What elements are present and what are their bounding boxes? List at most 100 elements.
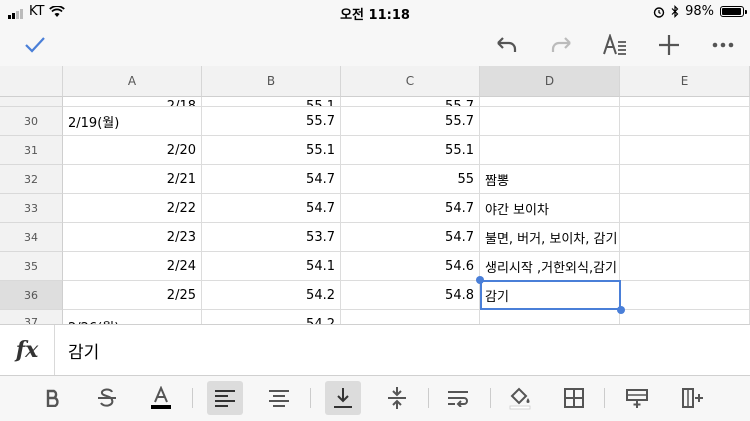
valign-middle-button[interactable] [379, 381, 415, 415]
wrap-text-button[interactable] [441, 381, 477, 415]
fill-color-icon [509, 387, 531, 410]
table-cell[interactable]: 54.7 [202, 165, 341, 194]
text-color-button[interactable] [143, 381, 179, 415]
table-cell[interactable]: 54.7 [202, 194, 341, 223]
align-center-button[interactable] [261, 381, 297, 415]
add-button[interactable] [654, 30, 684, 60]
plus-icon [659, 35, 679, 55]
spreadsheet-grid: A B C D E 2/18 55.1 55.7 30 2/19(월) 55.7… [0, 66, 750, 324]
table-cell[interactable] [620, 165, 750, 194]
undo-button[interactable] [492, 30, 522, 60]
table-cell[interactable]: 2/23 [63, 223, 202, 252]
more-icon [712, 42, 734, 48]
row-header[interactable]: 34 [0, 223, 63, 252]
text-format-button[interactable] [600, 30, 630, 60]
insert-column-icon [682, 388, 703, 408]
table-cell[interactable]: 55.7 [202, 107, 341, 136]
table-cell[interactable] [480, 310, 620, 324]
row-header[interactable]: 37 [0, 310, 63, 324]
table-cell[interactable] [480, 136, 620, 165]
table-cell[interactable]: 53.7 [202, 223, 341, 252]
column-header-a[interactable]: A [63, 66, 202, 97]
row-header[interactable]: 31 [0, 136, 63, 165]
table-cell[interactable]: 54.7 [341, 223, 480, 252]
column-header-d[interactable]: D [480, 66, 620, 97]
table-cell[interactable]: 55.1 [202, 97, 341, 107]
done-button[interactable] [20, 30, 50, 60]
insert-row-button[interactable] [619, 381, 655, 415]
table-cell[interactable]: 2/19(월) [63, 107, 202, 136]
status-bar: KT 오전 11:18 98% [0, 0, 750, 24]
borders-button[interactable] [556, 381, 592, 415]
table-cell[interactable]: 2/21 [63, 165, 202, 194]
column-header-b[interactable]: B [202, 66, 341, 97]
checkmark-icon [25, 37, 45, 53]
format-toolbar [0, 376, 750, 421]
selection-handle-top-left[interactable] [476, 276, 484, 284]
strikethrough-button[interactable] [89, 381, 125, 415]
bold-button[interactable] [35, 381, 71, 415]
table-cell[interactable] [620, 252, 750, 281]
table-cell[interactable]: 2/18 [63, 97, 202, 107]
table-cell[interactable]: 짬뽕 [480, 165, 620, 194]
table-cell[interactable]: 54.6 [341, 252, 480, 281]
table-cell[interactable]: 야간 보이차 [480, 194, 620, 223]
row-header-partial-top[interactable] [0, 97, 63, 107]
table-cell[interactable] [620, 194, 750, 223]
table-cell[interactable]: 2/20 [63, 136, 202, 165]
table-cell[interactable]: 생리시작 ,거한외식,감기 [480, 252, 620, 281]
formula-input[interactable]: 감기 [68, 325, 99, 375]
table-cell[interactable] [620, 281, 750, 310]
fill-color-button[interactable] [502, 381, 538, 415]
table-cell[interactable]: 54.2 [202, 310, 341, 324]
row-header[interactable]: 36 [0, 281, 63, 310]
table-cell[interactable]: 55.1 [202, 136, 341, 165]
table-cell[interactable]: 2/22 [63, 194, 202, 223]
formula-bar: fx 감기 [0, 324, 750, 376]
table-cell[interactable] [480, 107, 620, 136]
align-left-button[interactable] [207, 381, 243, 415]
table-cell[interactable]: 55.7 [341, 97, 480, 107]
redo-button[interactable] [546, 30, 576, 60]
table-cell[interactable] [620, 107, 750, 136]
table-cell[interactable]: 2/24 [63, 252, 202, 281]
row-header[interactable]: 33 [0, 194, 63, 223]
top-toolbar [0, 24, 750, 66]
strikethrough-icon [98, 388, 116, 407]
table-cell[interactable]: 54.7 [341, 194, 480, 223]
table-cell[interactable] [341, 310, 480, 324]
table-cell[interactable]: 54.8 [341, 281, 480, 310]
table-cell[interactable]: 2/25 [63, 281, 202, 310]
selected-cell[interactable]: 감기 [480, 281, 620, 310]
row-header[interactable]: 30 [0, 107, 63, 136]
table-cell[interactable] [620, 136, 750, 165]
table-cell[interactable] [480, 97, 620, 107]
battery-percent: 98% [685, 4, 714, 19]
table-cell[interactable]: 55 [341, 165, 480, 194]
insert-row-icon [626, 389, 648, 408]
borders-icon [564, 388, 584, 408]
table-cell[interactable]: 55.7 [341, 107, 480, 136]
align-left-icon [215, 390, 235, 407]
table-cell[interactable] [620, 310, 750, 324]
clock: 오전 11:18 [340, 8, 410, 23]
table-cell[interactable]: 54.1 [202, 252, 341, 281]
table-cell[interactable]: 55.1 [341, 136, 480, 165]
table-cell[interactable]: 불면, 버거, 보이차, 감기 [480, 223, 620, 252]
text-format-icon [603, 34, 626, 55]
table-cell[interactable]: 2/26(월) [63, 310, 202, 324]
column-header-c[interactable]: C [341, 66, 480, 97]
table-cell[interactable] [620, 97, 750, 107]
column-header-e[interactable]: E [620, 66, 750, 97]
row-header[interactable]: 32 [0, 165, 63, 194]
table-cell[interactable] [620, 223, 750, 252]
selection-handle-bottom-right[interactable] [617, 306, 625, 314]
more-button[interactable] [708, 30, 738, 60]
function-icon[interactable]: fx [0, 325, 55, 375]
valign-bottom-button[interactable] [325, 381, 361, 415]
bold-icon [46, 389, 59, 407]
select-all-corner[interactable] [0, 66, 63, 97]
table-cell[interactable]: 54.2 [202, 281, 341, 310]
row-header[interactable]: 35 [0, 252, 63, 281]
insert-column-button[interactable] [675, 381, 711, 415]
